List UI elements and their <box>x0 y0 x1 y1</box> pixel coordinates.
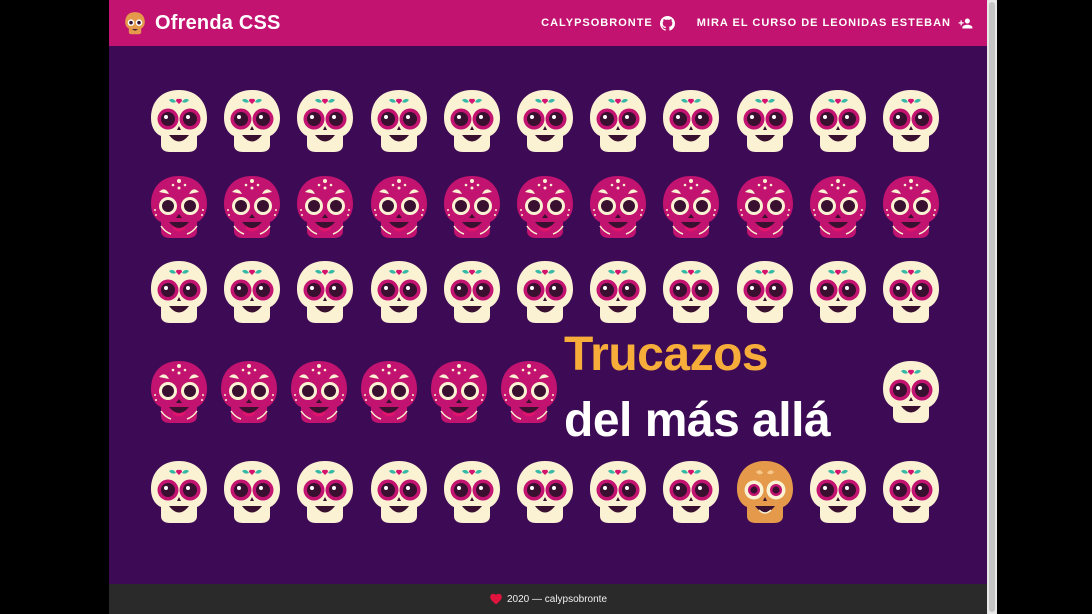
pink-skull-icon <box>221 361 277 423</box>
pink-skull-icon <box>297 176 354 238</box>
cream-skull-icon <box>443 461 500 523</box>
cream-skull-icon <box>883 90 939 152</box>
pink-skull-icon <box>663 176 720 238</box>
brand[interactable]: Ofrenda CSS <box>123 11 281 35</box>
cream-skull-icon <box>590 90 647 152</box>
cream-skull-icon <box>224 90 281 152</box>
cream-skull-icon <box>370 90 427 152</box>
cream-skull-icon <box>590 261 647 323</box>
footer: 2020 — calypsobronte <box>109 584 987 614</box>
cream-skull-icon <box>663 461 720 523</box>
hero-title-line1: Trucazos <box>564 328 769 381</box>
pink-skull-icon <box>361 361 417 423</box>
pink-skull-icon <box>883 176 939 238</box>
pink-skull-icon <box>501 361 557 423</box>
orange-skull-icon <box>736 461 793 523</box>
footer-text: 2020 — calypsobronte <box>506 593 608 605</box>
cream-skull-icon <box>663 90 720 152</box>
hero-title-line2: del más allá <box>564 394 831 447</box>
app-title: Ofrenda CSS <box>155 11 281 34</box>
cream-skull-icon <box>517 90 573 152</box>
cream-skull-icon <box>809 461 866 523</box>
pink-skull-icon <box>809 176 866 238</box>
nav-link-github[interactable]: CALYPSOBRONTE <box>541 15 675 31</box>
cream-skull-icon <box>370 461 427 523</box>
cream-skull-icon <box>443 90 500 152</box>
nav-link-course-label: MIRA EL CURSO DE LEONIDAS ESTEBAN <box>696 17 951 29</box>
hero-title: Trucazos del más allá <box>564 328 831 448</box>
cream-skull-icon <box>297 90 354 152</box>
cream-skull-icon <box>736 261 793 323</box>
pink-skull-icon <box>291 361 347 423</box>
pink-skull-icon <box>431 361 487 423</box>
cream-skull-icon <box>224 261 281 323</box>
cream-skull-icon <box>883 361 939 423</box>
cream-skull-icon <box>517 261 573 323</box>
scrollbar[interactable] <box>987 0 997 614</box>
pink-skull-icon <box>517 176 573 238</box>
pink-skull-icon <box>443 176 500 238</box>
cream-skull-icon <box>809 90 866 152</box>
cream-skull-icon <box>443 261 500 323</box>
pink-skull-icon <box>590 176 647 238</box>
cream-skull-icon <box>809 261 866 323</box>
cream-skull-icon <box>883 261 939 323</box>
nav-link-course[interactable]: MIRA EL CURSO DE LEONIDAS ESTEBAN <box>697 16 973 31</box>
cream-skull-icon <box>517 461 573 523</box>
cream-skull-icon <box>590 461 647 523</box>
heart-icon <box>490 593 502 605</box>
cream-skull-icon <box>224 461 281 523</box>
github-icon <box>659 15 675 31</box>
cream-skull-icon <box>151 90 207 152</box>
skull-logo-icon <box>125 12 145 35</box>
nav-links: CALYPSOBRONTE MIRA EL CURSO DE LEONIDAS … <box>541 15 973 31</box>
navbar: Ofrenda CSS CALYPSOBRONTE MIRA EL CURSO … <box>109 0 987 46</box>
cream-skull-icon <box>883 461 939 523</box>
cream-skull-icon <box>151 261 207 323</box>
cream-skull-icon <box>663 261 720 323</box>
cream-skull-icon <box>151 461 207 523</box>
scrollbar-thumb[interactable] <box>989 2 995 612</box>
pink-skull-icon <box>370 176 427 238</box>
nav-link-github-label: CALYPSOBRONTE <box>541 17 653 29</box>
cream-skull-icon <box>297 461 354 523</box>
cream-skull-icon <box>736 90 793 152</box>
person-add-icon <box>958 18 973 28</box>
pink-skull-icon <box>151 176 207 238</box>
cream-skull-icon <box>370 261 427 323</box>
pink-skull-icon <box>151 361 207 423</box>
pink-skull-icon <box>736 176 793 238</box>
browser-viewport: Ofrenda CSS CALYPSOBRONTE MIRA EL CURSO … <box>109 0 987 614</box>
skull-grid <box>109 46 987 584</box>
cream-skull-icon <box>297 261 354 323</box>
pink-skull-icon <box>224 176 281 238</box>
